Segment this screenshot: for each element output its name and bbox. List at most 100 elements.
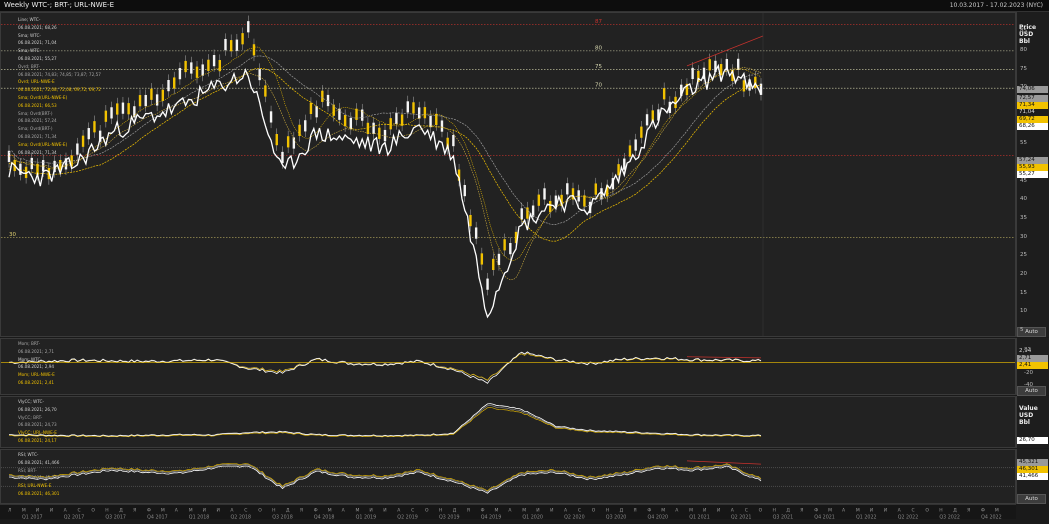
price-chart: 87 80 75 70 30 <box>1 13 1015 336</box>
date-month-label: Я <box>967 508 970 514</box>
date-range: 10.03.2017 - 17.02.2023 (NYC) <box>949 2 1043 9</box>
date-month-label: А <box>508 508 512 514</box>
volatility-pane[interactable]: VlyCC; WTC- 06.08.2021; 26,70 VlyCC; BRT- 0… <box>0 396 1016 448</box>
candle-body <box>452 134 455 147</box>
candle-body <box>486 278 489 290</box>
date-quarter-label: Q3 2021 <box>773 515 794 521</box>
volatility-url-line <box>8 407 762 438</box>
price-tick-label: 80 <box>1020 46 1027 53</box>
price-legend-item: 06.08.2021; 74,83; 74,85; 73,87; 72,57 <box>18 71 101 77</box>
date-month-label: И <box>50 508 53 514</box>
date-quarter-label: Q3 2018 <box>272 515 293 521</box>
candle-body <box>241 33 244 45</box>
candle-body <box>258 68 261 81</box>
candle-body <box>742 80 746 92</box>
price-legend-item: 06.08.2021; 71,34 <box>18 149 57 155</box>
indicator-tag: 41,466 <box>1017 473 1048 480</box>
candle-body <box>566 183 569 195</box>
candle-body <box>389 118 392 130</box>
price-legend-item: Sma; Ovrd(URL-NWE-E) <box>18 141 68 147</box>
date-month-label: О <box>925 508 929 514</box>
momentum-wtc-line <box>8 351 762 384</box>
volatility-legend-item: VlyCC; BRT- <box>18 414 43 420</box>
momentum-pane[interactable]: Mom; BRT- 06.08.2021; 2,71 Mom; WTC- 06.08.… <box>0 338 1016 395</box>
date-month-label: Д <box>953 508 957 514</box>
level-label: 75 <box>595 64 602 70</box>
price-tag: 71,34 <box>1017 102 1048 109</box>
level-label: 87 <box>595 19 602 25</box>
date-month-label: Ф <box>481 508 485 514</box>
price-legend-item: 06.08.2021; 68,26 <box>18 24 57 30</box>
date-quarter-label: Q1 2019 <box>356 515 377 521</box>
indicator-tag: 2,94 <box>1017 348 1048 355</box>
volatility-legend-item: 06.08.2021; 24,73 <box>18 422 57 428</box>
candle-body <box>503 239 506 251</box>
date-month-label: Я <box>634 508 637 514</box>
date-quarter-label: Q3 2019 <box>439 515 460 521</box>
indicator-tag: 26,70 <box>1017 437 1048 444</box>
volatility-legend-item: VlyCC; URL-NWE-E <box>18 430 57 436</box>
date-axis[interactable]: ЛМИИАСОНДЯФМАМИИАСОНДЯФМАМИИАСОНДЯФМАМИИ… <box>0 504 1043 521</box>
candle-body <box>497 253 501 266</box>
date-quarter-label: Q1 2021 <box>689 515 710 521</box>
date-month-label: И <box>217 508 220 514</box>
candle-body <box>623 158 626 170</box>
rsi-auto-button[interactable]: Auto <box>1017 494 1046 504</box>
date-month-label: Н <box>606 508 609 514</box>
date-month-label: М <box>161 508 165 514</box>
date-quarter-label: Q2 2021 <box>731 515 752 521</box>
date-month-label: И <box>717 508 720 514</box>
date-quarter-label: Q2 2022 <box>898 515 919 521</box>
rsi-legend-item: RSI; BRT- <box>18 467 37 473</box>
date-month-label: А <box>64 508 68 514</box>
momentum-trendline <box>686 356 762 359</box>
volatility-axis-title: Value USD Bbl <box>1019 405 1038 426</box>
candle-body <box>275 134 278 146</box>
candle-body <box>549 200 552 213</box>
date-month-label: И <box>369 508 372 514</box>
rsi-pane[interactable]: RSI; WTC- 06.08.2021; 41,466 RSI; BRT- 06.0… <box>0 449 1016 504</box>
price-tick-label: 5 <box>1020 327 1024 333</box>
date-quarter-label: Q4 2018 <box>314 515 335 521</box>
price-tick-label: 35 <box>1020 214 1027 221</box>
candle-body <box>309 102 313 114</box>
rsi-wtc-line <box>8 465 762 494</box>
candle-body <box>252 44 256 56</box>
date-quarter-label: Q1 2017 <box>22 515 43 521</box>
candle-body <box>645 114 649 126</box>
price-legend: Line; WTC- 06.08.2021; 68,26 Sma; WTC- 06.0… <box>18 16 101 156</box>
candle-body <box>127 103 130 115</box>
date-month-label: Ф <box>981 508 985 514</box>
price-tick-label: 10 <box>1020 308 1027 315</box>
candle-body <box>628 145 632 157</box>
date-month-label: А <box>675 508 679 514</box>
volatility-legend-item: 06.08.2021; 26,70 <box>18 406 57 412</box>
date-month-label: А <box>397 508 401 514</box>
price-legend-item: Line; WTC- <box>18 17 41 22</box>
date-month-label: О <box>258 508 262 514</box>
date-month-label: М <box>995 508 999 514</box>
candle-body <box>167 79 170 92</box>
candle-body <box>144 94 147 107</box>
candle-body <box>400 114 404 126</box>
date-month-label: Д <box>786 508 790 514</box>
price-legend-item: 06.08.2021; 71,04 <box>18 40 57 46</box>
momentum-legend-item: Mom; BRT- <box>18 341 41 346</box>
candle-body <box>286 136 290 148</box>
price-pane[interactable]: 87 80 75 70 30 Line; WTC- 06.08.2021; 68,26 Sm… <box>0 12 1016 337</box>
candle-body <box>583 195 586 207</box>
momentum-chart <box>1 351 1015 384</box>
candle-body <box>315 106 318 118</box>
date-month-label: Н <box>272 508 275 514</box>
date-quarter-label: Q2 2017 <box>64 515 85 521</box>
date-month-label: И <box>36 508 39 514</box>
date-month-label: А <box>898 508 902 514</box>
date-month-label: М <box>661 508 665 514</box>
candle-body <box>412 102 415 114</box>
candle-body <box>463 184 466 197</box>
candle-body <box>708 59 711 71</box>
date-month-label: Л <box>8 508 11 514</box>
date-month-label: О <box>592 508 596 514</box>
rsi-legend-item: 06.08.2021; 45,321 <box>18 475 60 481</box>
date-month-label: О <box>91 508 95 514</box>
